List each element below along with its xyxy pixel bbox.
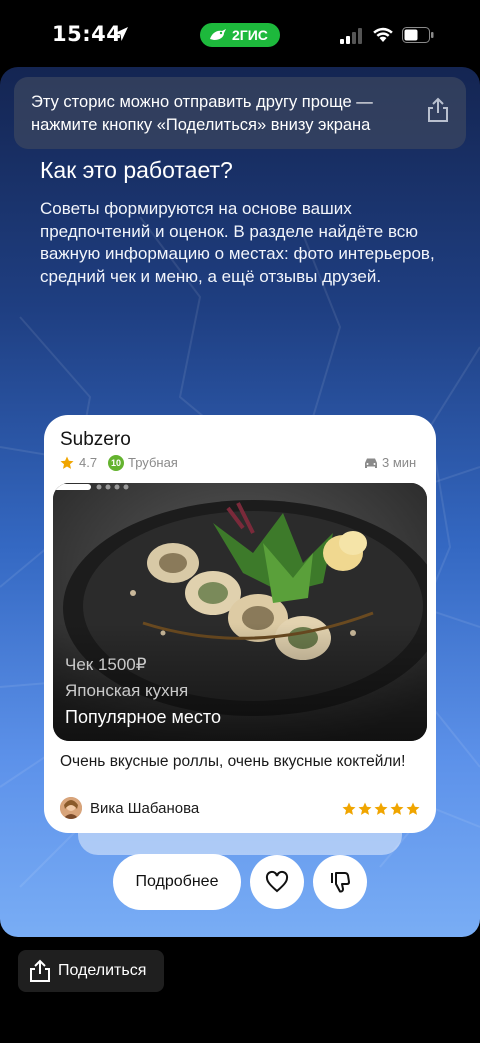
place-meta: 4.7 10 Трубная 3 мин [60,455,420,471]
share-icon [30,959,50,982]
details-button[interactable]: Подробнее [113,854,241,910]
place-photo[interactable]: Чек 1500₽ Японская кухня Популярное мест… [53,483,427,741]
place-rating: 4.7 [79,455,98,470]
dislike-button[interactable] [313,855,367,909]
location-arrow-icon [114,27,128,41]
story-panel[interactable]: Эту сторис можно отправить другу проще —… [0,67,480,937]
share-label: Поделиться [58,962,147,979]
average-check: Чек 1500₽ [65,655,147,674]
friend-review: Очень вкусные роллы, очень вкусные кокте… [60,753,406,770]
status-bar: 15:44 2ГИС [0,0,480,70]
story-heading: Как это работает? [40,157,233,183]
2gis-logo-icon [210,29,226,40]
thumbs-down-icon [331,872,350,893]
review-author: Вика Шабанова [90,800,200,817]
share-hint-text: Эту сторис можно отправить другу проще —… [31,93,373,134]
wifi-icon [373,27,393,42]
like-button[interactable] [250,855,304,909]
share-button[interactable]: Поделиться [18,950,164,992]
travel-time: 3 мин [382,455,417,470]
photo-pager[interactable] [53,483,133,491]
avatar-image [60,797,82,819]
share-icon[interactable] [426,97,450,123]
app-indicator[interactable]: 2ГИС [200,23,280,47]
heart-icon [265,870,289,893]
review-stars [342,802,420,815]
cellular-signal-icon [340,28,362,44]
share-hint-toast: Эту сторис можно отправить другу проще —… [14,77,466,149]
popular-badge: Популярное место [65,707,221,727]
battery-icon [402,27,434,43]
place-title: Subzero [60,429,131,450]
cuisine-type: Японская кухня [65,681,189,700]
place-card[interactable]: Subzero 4.7 10 Трубная 3 мин Чек 1500₽ Я… [44,415,436,833]
avatar [60,797,82,819]
app-name: 2ГИС [232,27,268,43]
status-time: 15:44 [52,22,122,46]
car-icon [365,458,377,468]
star-icon [60,456,74,469]
metro-station: Трубная [128,455,178,470]
metro-line-badge: 10 [108,455,124,471]
story-body: Советы формируются на основе ваших предп… [40,199,435,286]
